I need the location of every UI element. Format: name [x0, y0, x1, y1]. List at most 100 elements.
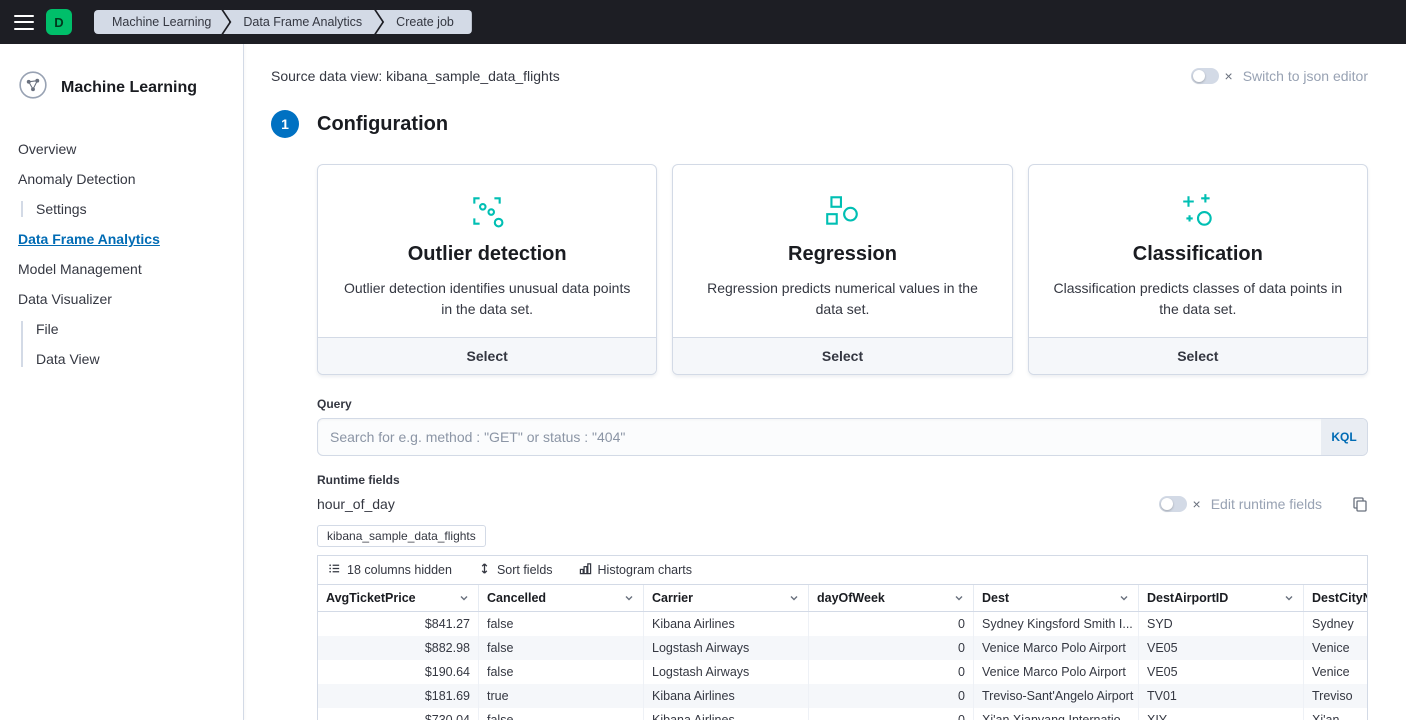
- source-data-grid: 18 columns hidden Sort fields: [317, 555, 1368, 720]
- cell[interactable]: Venice: [1304, 636, 1368, 660]
- cell[interactable]: 0: [809, 636, 974, 660]
- cell[interactable]: VE05: [1139, 660, 1304, 684]
- space-avatar[interactable]: D: [46, 9, 72, 35]
- card-classification[interactable]: Classification Classification predicts c…: [1028, 164, 1368, 375]
- cell[interactable]: XIY: [1139, 708, 1304, 720]
- cell[interactable]: $730.04: [318, 708, 479, 720]
- card-title: Regression: [695, 243, 989, 266]
- sidebar-header: Machine Learning: [0, 44, 243, 125]
- table-row: $730.04 false Kibana Airlines 0 Xi'an Xi…: [318, 708, 1368, 720]
- select-outlier-button[interactable]: Select: [318, 337, 656, 374]
- sidebar-item-data-visualizer[interactable]: Data Visualizer: [18, 291, 227, 307]
- sidebar-item-settings[interactable]: Settings: [36, 201, 227, 217]
- query-label: Query: [317, 397, 1368, 411]
- cell[interactable]: $181.69: [318, 684, 479, 708]
- select-classification-button[interactable]: Select: [1029, 337, 1367, 374]
- sort-fields-button[interactable]: Sort fields: [478, 562, 553, 578]
- cell[interactable]: Venice: [1304, 660, 1368, 684]
- menu-icon[interactable]: [14, 15, 34, 30]
- breadcrumb-create-job[interactable]: Create job: [376, 10, 472, 34]
- cell[interactable]: 0: [809, 684, 974, 708]
- column-header-cancelled[interactable]: Cancelled: [479, 585, 644, 611]
- chevron-down-icon: [458, 592, 470, 604]
- cell[interactable]: false: [479, 708, 644, 720]
- grid-header-row: AvgTicketPrice Cancelled Carrier dayOfWe…: [318, 584, 1368, 612]
- cell[interactable]: Sydney: [1304, 612, 1368, 636]
- histogram-charts-button[interactable]: Histogram charts: [579, 562, 692, 578]
- card-regression[interactable]: Regression Regression predicts numerical…: [672, 164, 1012, 375]
- card-description: Outlier detection identifies unusual dat…: [340, 278, 634, 320]
- sidebar-item-file[interactable]: File: [36, 321, 227, 337]
- cell[interactable]: false: [479, 660, 644, 684]
- cell[interactable]: Xi'an: [1304, 708, 1368, 720]
- column-header-carrier[interactable]: Carrier: [644, 585, 809, 611]
- cell[interactable]: 0: [809, 612, 974, 636]
- sidebar: Machine Learning Overview Anomaly Detect…: [0, 44, 244, 720]
- cell[interactable]: Sydney Kingsford Smith I...: [974, 612, 1139, 636]
- cell[interactable]: Kibana Airlines: [644, 612, 809, 636]
- sidebar-item-model-management[interactable]: Model Management: [18, 261, 227, 277]
- cell[interactable]: Kibana Airlines: [644, 708, 809, 720]
- column-header-destairportid[interactable]: DestAirportID: [1139, 585, 1304, 611]
- cell[interactable]: false: [479, 612, 644, 636]
- column-header-avgticketprice[interactable]: AvgTicketPrice: [318, 585, 479, 611]
- table-row: $190.64 false Logstash Airways 0 Venice …: [318, 660, 1368, 684]
- chevron-down-icon: [623, 592, 635, 604]
- cell[interactable]: TV01: [1139, 684, 1304, 708]
- sort-icon: [478, 562, 491, 578]
- column-header-destcityname[interactable]: DestCityN: [1304, 585, 1368, 611]
- sidebar-item-overview[interactable]: Overview: [18, 141, 227, 157]
- column-header-dayofweek[interactable]: dayOfWeek: [809, 585, 974, 611]
- cell[interactable]: Xi'an Xianyang Internatio...: [974, 708, 1139, 720]
- cell[interactable]: Venice Marco Polo Airport: [974, 636, 1139, 660]
- cell[interactable]: 0: [809, 660, 974, 684]
- sidebar-nav: Overview Anomaly Detection Settings Data…: [0, 125, 243, 367]
- cell[interactable]: false: [479, 636, 644, 660]
- chevron-down-icon: [788, 592, 800, 604]
- cell[interactable]: VE05: [1139, 636, 1304, 660]
- source-data-view-label: Source data view: kibana_sample_data_fli…: [271, 68, 560, 84]
- breadcrumb-machine-learning[interactable]: Machine Learning: [94, 10, 229, 34]
- sidebar-item-data-frame-analytics[interactable]: Data Frame Analytics: [18, 231, 227, 247]
- configuration-heading: Configuration: [317, 113, 448, 136]
- card-outlier-detection[interactable]: Outlier detection Outlier detection iden…: [317, 164, 657, 375]
- cell[interactable]: Kibana Airlines: [644, 684, 809, 708]
- columns-hidden-label: 18 columns hidden: [347, 563, 452, 577]
- cell[interactable]: Logstash Airways: [644, 660, 809, 684]
- cell[interactable]: $190.64: [318, 660, 479, 684]
- cell[interactable]: Treviso-Sant'Angelo Airport: [974, 684, 1139, 708]
- toggle-off-icon: ×: [1193, 497, 1201, 511]
- cell[interactable]: $841.27: [318, 612, 479, 636]
- card-description: Classification predicts classes of data …: [1051, 278, 1345, 320]
- sidebar-item-anomaly-detection[interactable]: Anomaly Detection: [18, 171, 227, 187]
- card-title: Classification: [1051, 243, 1345, 266]
- cell[interactable]: Venice Marco Polo Airport: [974, 660, 1139, 684]
- json-editor-toggle[interactable]: [1191, 68, 1219, 84]
- table-row: $181.69 true Kibana Airlines 0 Treviso-S…: [318, 684, 1368, 708]
- classification-icon: [1051, 191, 1345, 231]
- columns-hidden-button[interactable]: 18 columns hidden: [328, 562, 452, 578]
- cell[interactable]: $882.98: [318, 636, 479, 660]
- select-regression-button[interactable]: Select: [673, 337, 1011, 374]
- chevron-down-icon: [953, 592, 965, 604]
- query-search-input[interactable]: [317, 418, 1368, 456]
- sidebar-title: Machine Learning: [61, 79, 197, 97]
- sidebar-subgroup-anomaly: Settings: [21, 201, 227, 217]
- sidebar-subgroup-visualizer: File Data View: [21, 321, 227, 367]
- main-content: Source data view: kibana_sample_data_fli…: [244, 44, 1406, 720]
- cell[interactable]: true: [479, 684, 644, 708]
- cell[interactable]: Logstash Airways: [644, 636, 809, 660]
- column-header-dest[interactable]: Dest: [974, 585, 1139, 611]
- cell[interactable]: SYD: [1139, 612, 1304, 636]
- query-language-button[interactable]: KQL: [1321, 419, 1367, 455]
- cell[interactable]: 0: [809, 708, 974, 720]
- sidebar-item-data-view[interactable]: Data View: [36, 351, 227, 367]
- ml-logo-icon: [18, 70, 48, 105]
- breadcrumb-data-frame-analytics[interactable]: Data Frame Analytics: [223, 10, 382, 34]
- edit-runtime-fields-toggle[interactable]: [1159, 496, 1187, 512]
- card-description: Regression predicts numerical values in …: [695, 278, 989, 320]
- copy-icon[interactable]: [1352, 496, 1368, 512]
- sort-fields-label: Sort fields: [497, 563, 553, 577]
- table-row: $882.98 false Logstash Airways 0 Venice …: [318, 636, 1368, 660]
- cell[interactable]: Treviso: [1304, 684, 1368, 708]
